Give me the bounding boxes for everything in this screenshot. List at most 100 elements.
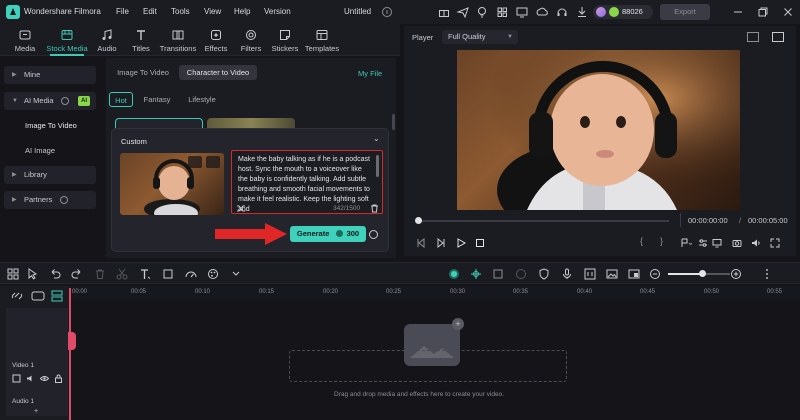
settings-icon[interactable]: [698, 238, 708, 248]
my-file-link[interactable]: My File: [358, 69, 382, 78]
shuffle-icon[interactable]: [236, 204, 246, 213]
stop-icon[interactable]: [475, 238, 485, 248]
audio-mix-icon[interactable]: [583, 267, 597, 281]
tab-character-to-video[interactable]: Character to Video: [179, 65, 257, 80]
shield-icon[interactable]: [537, 267, 551, 281]
menu-file[interactable]: File: [116, 7, 129, 16]
snapshot-image-icon[interactable]: [772, 32, 784, 42]
progress-track[interactable]: [415, 217, 669, 224]
cloud-upload-icon[interactable]: [535, 5, 549, 19]
playhead-handle[interactable]: [68, 332, 76, 350]
restore-icon[interactable]: [756, 5, 770, 19]
fullscreen-icon[interactable]: [770, 238, 780, 248]
lightbulb-icon[interactable]: [475, 5, 489, 19]
headset-support-icon[interactable]: [555, 5, 569, 19]
add-audio-icon[interactable]: +: [34, 408, 38, 415]
speed-icon[interactable]: [184, 267, 198, 281]
camera-icon[interactable]: [732, 238, 742, 248]
progress-handle[interactable]: [415, 217, 422, 224]
scrollbar[interactable]: [392, 114, 395, 130]
sidebar-item-ai-media[interactable]: ▼ AI Media AI: [4, 92, 96, 110]
eye-icon[interactable]: [40, 374, 49, 383]
layout-icon[interactable]: [6, 267, 20, 281]
motion-track-icon[interactable]: [491, 267, 505, 281]
menu-edit[interactable]: Edit: [143, 7, 157, 16]
tab-image-to-video[interactable]: Image To Video: [110, 65, 176, 80]
menu-help[interactable]: Help: [234, 7, 250, 16]
grid-icon[interactable]: [495, 5, 509, 19]
zoom-slider-handle[interactable]: [698, 270, 706, 277]
sidebar-item-image-to-video[interactable]: Image To Video: [4, 117, 96, 135]
video-preview[interactable]: [457, 50, 740, 210]
trash-icon[interactable]: [370, 204, 379, 213]
timeline-track-area[interactable]: + Drag and drop media and effects here t…: [70, 300, 800, 420]
sidebar-item-mine[interactable]: ▶ Mine: [4, 66, 96, 84]
menu-view[interactable]: View: [204, 7, 221, 16]
film-icon[interactable]: [12, 374, 21, 383]
track-manage-icon[interactable]: [31, 291, 45, 301]
screen-icon[interactable]: [515, 5, 529, 19]
prompt-textarea[interactable]: Make the baby talking as if he is a podc…: [231, 150, 383, 214]
quality-select[interactable]: Full Quality ▼: [442, 30, 518, 44]
select-tool-icon[interactable]: [26, 267, 40, 281]
replace-image-icon[interactable]: [188, 156, 202, 168]
filter-lifestyle[interactable]: Lifestyle: [182, 92, 222, 107]
scissors-icon[interactable]: [115, 267, 129, 281]
mark-out-icon[interactable]: }: [660, 236, 663, 246]
filter-hot[interactable]: Hot: [109, 92, 133, 107]
sidebar-item-ai-image[interactable]: AI Image: [4, 142, 96, 160]
display-icon[interactable]: [712, 238, 722, 248]
uploaded-image-thumbnail[interactable]: [120, 153, 224, 215]
sidebar-item-library[interactable]: ▶ Library: [4, 166, 96, 184]
minimize-icon[interactable]: [731, 5, 745, 19]
credits-badge[interactable]: 88026: [593, 5, 653, 19]
project-info-icon[interactable]: [380, 5, 394, 19]
add-media-icon[interactable]: +: [452, 318, 464, 330]
color-palette-icon[interactable]: [206, 267, 220, 281]
generate-button[interactable]: Generate 300: [290, 226, 366, 242]
mark-in-icon[interactable]: {: [640, 236, 643, 246]
microphone-icon[interactable]: [560, 267, 574, 281]
close-icon[interactable]: [781, 5, 795, 19]
more-tools-icon[interactable]: [229, 267, 243, 281]
zoom-slider[interactable]: [668, 270, 730, 277]
undo-icon[interactable]: [48, 267, 62, 281]
play-icon[interactable]: [456, 238, 466, 248]
scrollbar[interactable]: [376, 155, 379, 177]
zoom-out-icon[interactable]: [648, 267, 662, 281]
menu-version[interactable]: Version: [264, 7, 291, 16]
playhead[interactable]: [68, 288, 76, 420]
gift-icon[interactable]: [437, 5, 451, 19]
trash-icon[interactable]: [206, 156, 220, 168]
zoom-in-icon[interactable]: [729, 267, 743, 281]
send-icon[interactable]: [456, 5, 470, 19]
speaker-icon[interactable]: [26, 374, 35, 383]
previous-frame-icon[interactable]: [416, 238, 426, 248]
delete-icon[interactable]: [93, 267, 107, 281]
image-icon[interactable]: [605, 267, 619, 281]
redo-icon[interactable]: [70, 267, 84, 281]
ai-smart-icon[interactable]: [447, 267, 461, 281]
filter-fantasy[interactable]: Fantasy: [140, 92, 174, 107]
crop-icon[interactable]: [161, 267, 175, 281]
more-options-icon[interactable]: [766, 269, 768, 279]
marker-dropdown-icon[interactable]: [680, 238, 692, 248]
step-back-icon[interactable]: [436, 238, 446, 248]
help-icon[interactable]: [369, 230, 378, 239]
add-track-icon[interactable]: [50, 290, 64, 302]
stabilize-icon[interactable]: [514, 267, 528, 281]
drop-zone[interactable]: [289, 350, 567, 382]
volume-icon[interactable]: [751, 238, 761, 248]
timeline-ruler[interactable]: 00:00 00:05 00:10 00:15 00:20 00:25 00:3…: [70, 286, 800, 300]
download-icon[interactable]: [575, 5, 589, 19]
pip-icon[interactable]: [627, 267, 641, 281]
chevron-down-icon[interactable]: ⌄: [373, 134, 380, 143]
tab-media[interactable]: Media: [2, 27, 48, 55]
menu-tools[interactable]: Tools: [171, 7, 190, 16]
sidebar-item-partners[interactable]: ▶ Partners: [4, 191, 96, 209]
lock-icon[interactable]: [54, 374, 63, 383]
export-button[interactable]: Export: [660, 4, 710, 20]
grid-view-icon[interactable]: [747, 32, 759, 42]
text-tool-icon[interactable]: [138, 267, 152, 281]
tab-templates[interactable]: Templates: [299, 27, 345, 55]
